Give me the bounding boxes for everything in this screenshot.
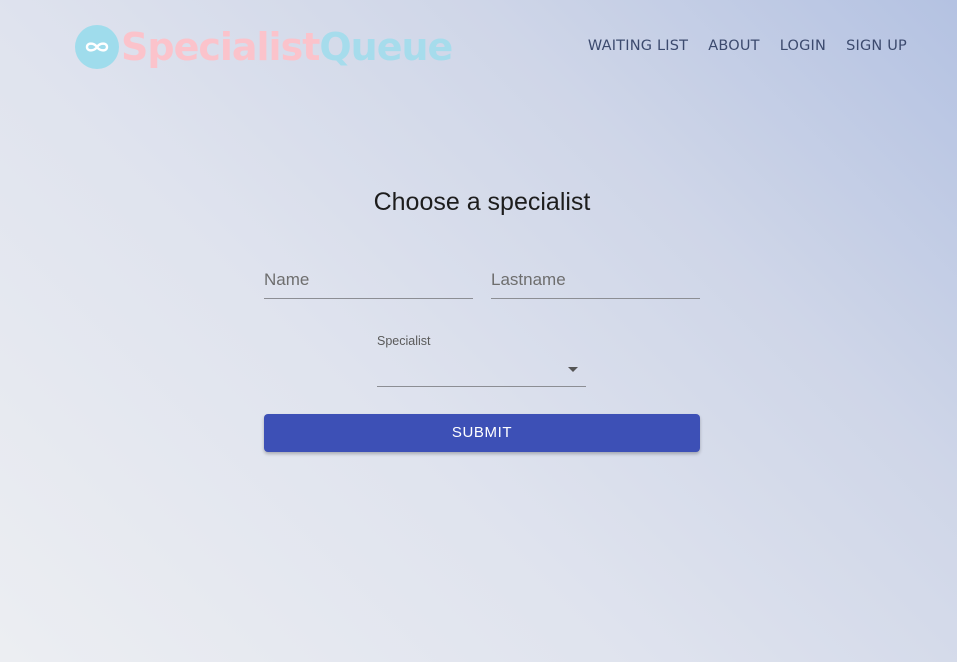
dropdown-arrow-icon bbox=[568, 367, 578, 372]
nav-sign-up[interactable]: SIGN UP bbox=[846, 36, 907, 56]
specialist-select[interactable] bbox=[377, 356, 586, 387]
header: SpecialistQueue WAITING LIST ABOUT LOGIN… bbox=[0, 0, 957, 92]
lastname-field bbox=[491, 266, 700, 299]
nav-waiting-list[interactable]: WAITING LIST bbox=[588, 36, 688, 56]
nav-login[interactable]: LOGIN bbox=[780, 36, 826, 56]
specialist-label: Specialist bbox=[377, 334, 431, 348]
logo-circle bbox=[75, 25, 119, 69]
logo-text: SpecialistQueue bbox=[121, 24, 453, 70]
logo-text-queue: Queue bbox=[319, 25, 453, 69]
infinity-icon bbox=[85, 42, 109, 52]
lastname-input[interactable] bbox=[491, 266, 700, 294]
submit-button[interactable]: SUBMIT bbox=[264, 414, 700, 452]
name-input[interactable] bbox=[264, 266, 473, 294]
nav-about[interactable]: ABOUT bbox=[708, 36, 760, 56]
logo-text-specialist: Specialist bbox=[121, 25, 320, 69]
logo[interactable]: SpecialistQueue bbox=[75, 24, 453, 70]
name-field bbox=[264, 266, 473, 299]
nav-bar: WAITING LIST ABOUT LOGIN SIGN UP bbox=[568, 36, 907, 56]
page-title: Choose a specialist bbox=[373, 188, 591, 216]
